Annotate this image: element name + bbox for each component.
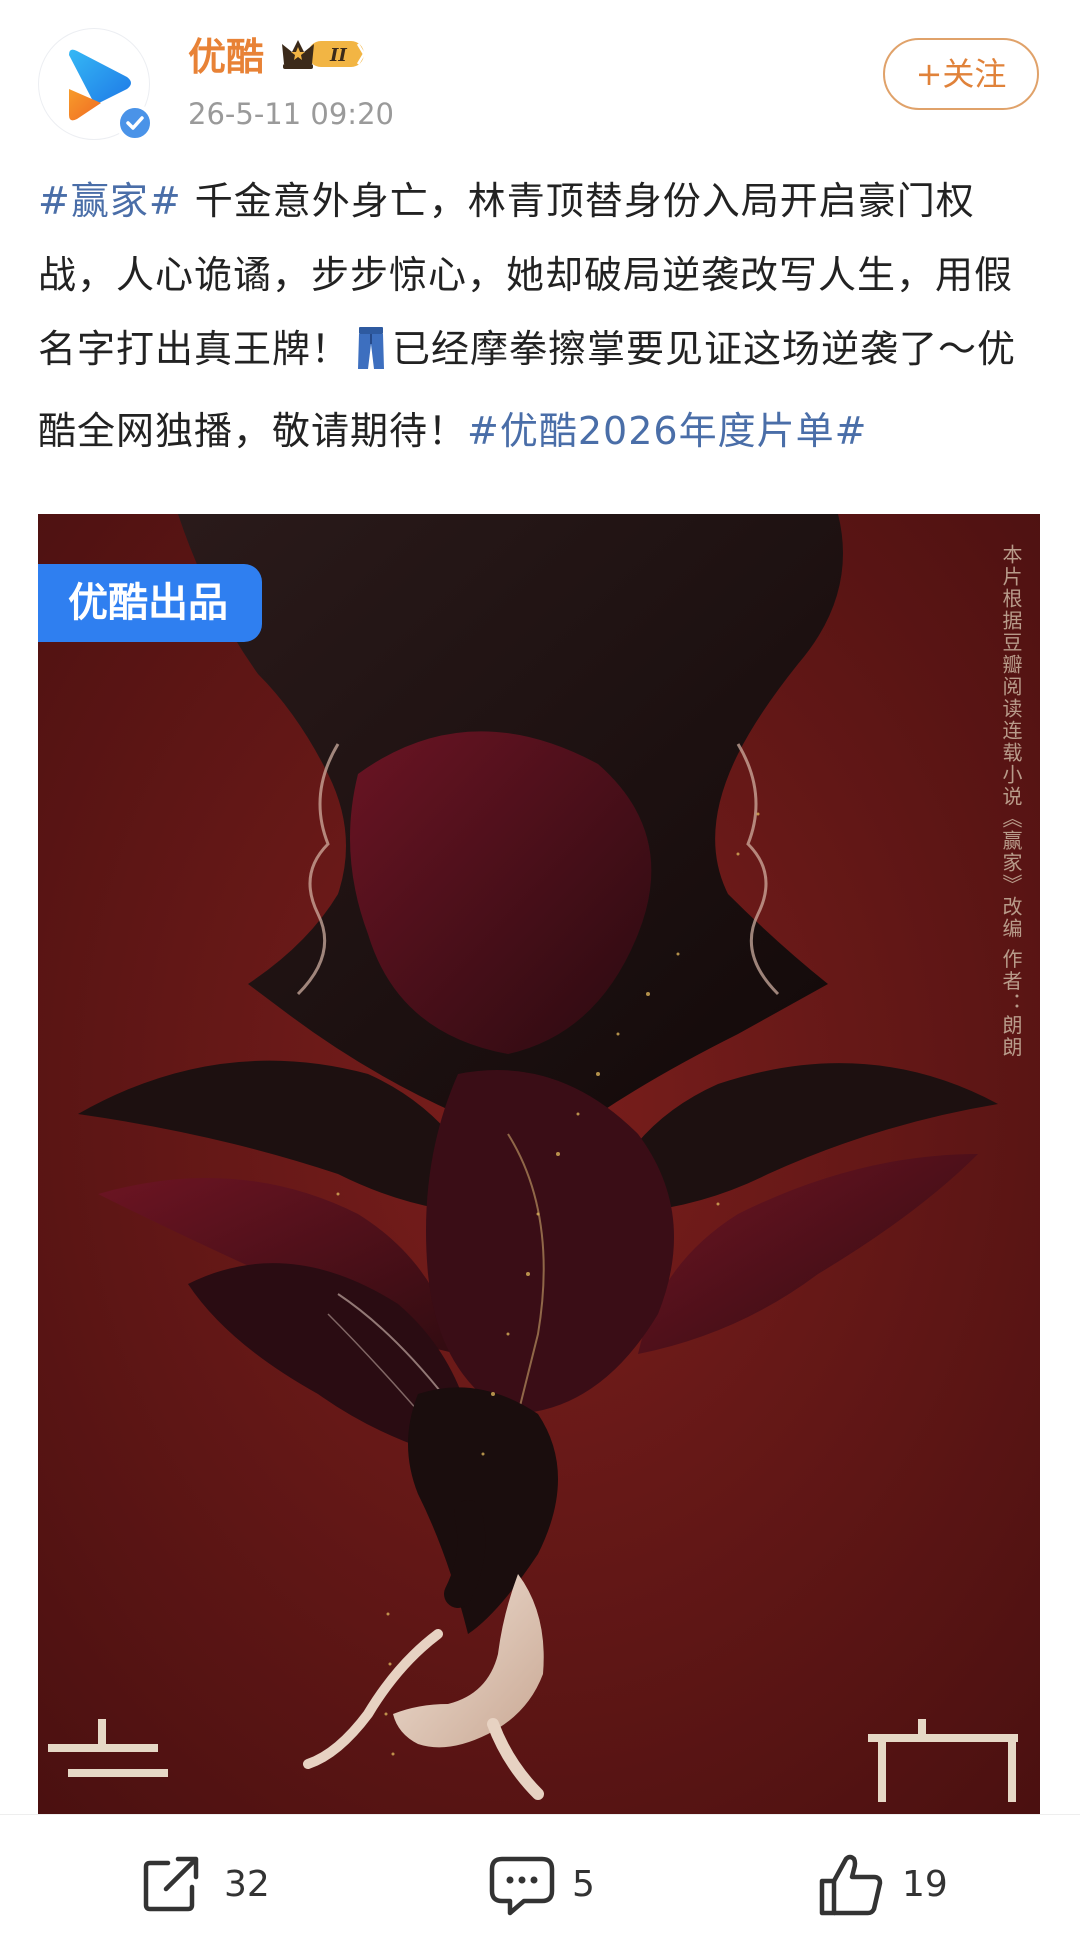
poster-side-note: 本片根据豆瓣阅读连载小说《赢家》改编 作者：朗朗: [999, 544, 1023, 1059]
verified-check-icon: [116, 104, 154, 142]
repost-button[interactable]: 32: [140, 1853, 280, 1913]
like-button[interactable]: 19: [818, 1853, 958, 1916]
jeans-emoji-icon: [356, 320, 386, 394]
youku-produced-badge: 优酷出品: [38, 564, 262, 642]
post-time: 26-5-11 09:20: [188, 97, 394, 131]
topic-link[interactable]: #赢家#: [38, 179, 182, 223]
thumbs-up-icon: [819, 1854, 883, 1916]
like-count: 19: [902, 1864, 948, 1905]
repost-count: 32: [224, 1864, 270, 1905]
follow-button[interactable]: +关注: [883, 38, 1039, 110]
comment-count: 5: [572, 1864, 595, 1905]
vip-level-text: II: [329, 45, 347, 66]
poster-image[interactable]: 优酷出品 本片根据豆瓣阅读连载小说《赢家》改编 作者：朗朗: [38, 514, 1040, 1814]
username[interactable]: 优酷: [188, 34, 264, 80]
share-icon: [143, 1856, 199, 1912]
topic-link[interactable]: #优酷2026年度片单#: [467, 409, 867, 453]
post-text: #赢家# 千金意外身亡，林青顶替身份入局开启豪门权战，人心诡谲，步步惊心，她却破…: [38, 164, 1048, 468]
poster-artwork: [38, 514, 1040, 1814]
weibo-post-page: 优酷 II 26-5-11 09:20 +关注 #赢家# 千金意外身亡，林青顶替…: [0, 0, 1080, 1940]
comment-icon: [489, 1856, 555, 1916]
comment-button[interactable]: 5: [488, 1853, 608, 1916]
vip-level-badge: II: [278, 34, 370, 78]
action-bar: 32 5 19: [0, 1814, 1080, 1940]
